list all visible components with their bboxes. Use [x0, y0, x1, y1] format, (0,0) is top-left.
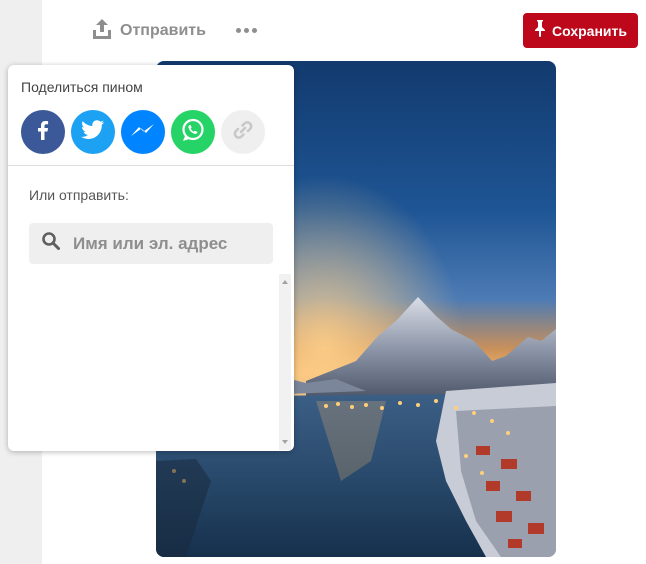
popover-divider: [8, 165, 294, 166]
search-input[interactable]: [73, 233, 263, 254]
link-icon: [232, 119, 254, 146]
send-button[interactable]: Отправить: [92, 18, 206, 44]
facebook-icon: [32, 119, 54, 146]
scroll-down-arrow-icon[interactable]: [282, 440, 288, 444]
search-box[interactable]: [29, 223, 273, 264]
save-button[interactable]: Сохранить: [523, 13, 638, 48]
send-label: Отправить: [120, 22, 206, 39]
scroll-up-arrow-icon[interactable]: [282, 280, 288, 284]
copy-link-button[interactable]: [221, 110, 265, 154]
send-to-label: Или отправить:: [29, 187, 129, 203]
share-title: Поделиться пином: [21, 79, 143, 95]
scrollbar[interactable]: [279, 274, 291, 450]
upload-icon: [92, 18, 112, 45]
twitter-button[interactable]: [71, 110, 115, 154]
messenger-icon: [130, 122, 156, 143]
whatsapp-icon: [180, 117, 206, 148]
more-options-button[interactable]: [234, 22, 258, 38]
twitter-icon: [81, 119, 105, 145]
ellipsis-icon: [235, 27, 241, 33]
whatsapp-button[interactable]: [171, 110, 215, 154]
facebook-button[interactable]: [21, 110, 65, 154]
save-label: Сохранить: [552, 22, 627, 39]
search-icon: [41, 231, 61, 256]
messenger-button[interactable]: [121, 110, 165, 154]
share-buttons: [21, 110, 265, 154]
pin-icon: [534, 19, 546, 42]
share-popover: Поделиться пином Или отправить: Имя или …: [8, 65, 294, 451]
